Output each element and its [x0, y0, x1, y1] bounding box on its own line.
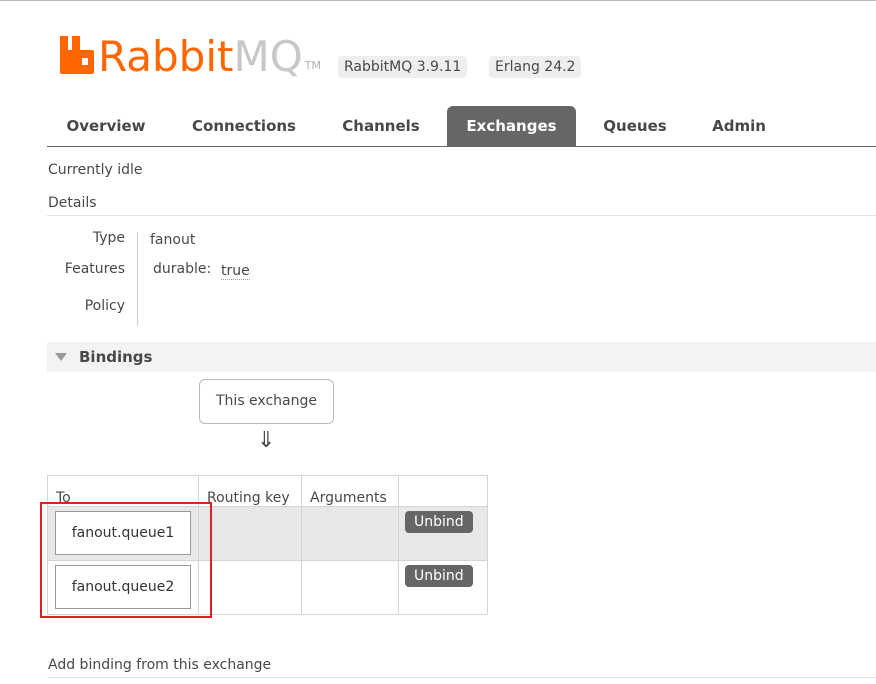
tab-admin[interactable]: Admin	[695, 106, 783, 146]
policy-label: Policy	[84, 298, 125, 314]
unbind-button[interactable]: Unbind	[405, 511, 473, 533]
routing-key-cell	[198, 506, 302, 561]
tab-exchanges[interactable]: Exchanges	[447, 106, 576, 146]
bindings-section-toggle[interactable]: Bindings	[47, 342, 876, 372]
column-header-routing-key: Routing key	[198, 475, 302, 507]
tab-overview[interactable]: Overview	[47, 106, 165, 146]
column-header-arguments: Arguments	[301, 475, 399, 507]
top-border	[0, 0, 876, 1]
details-heading[interactable]: Details	[48, 195, 97, 211]
erlang-version-badge: Erlang 24.2	[489, 56, 582, 78]
rabbitmq-version-badge: RabbitMQ 3.9.11	[338, 56, 468, 78]
details-divider	[47, 215, 876, 216]
status-text: Currently idle	[48, 162, 143, 178]
fields-separator	[137, 232, 138, 326]
tab-channels[interactable]: Channels	[323, 106, 439, 146]
durable-key: durable:	[153, 261, 212, 277]
rabbit-logo-icon	[60, 36, 94, 74]
down-arrow-icon: ⇓	[257, 428, 276, 453]
this-exchange-box: This exchange	[199, 379, 334, 424]
arguments-cell	[301, 506, 399, 561]
red-highlight-box	[40, 502, 212, 618]
trademark-mark: TM	[304, 59, 321, 72]
column-header-actions	[398, 475, 488, 507]
routing-key-cell	[198, 560, 302, 615]
main-nav-tabs: Overview Connections Channels Exchanges …	[47, 106, 876, 147]
collapse-triangle-icon	[55, 353, 67, 361]
bindings-title: Bindings	[79, 348, 153, 366]
logo-wordmark: RabbitMQ	[98, 32, 303, 81]
add-binding-section-toggle[interactable]: Add binding from this exchange	[48, 657, 271, 673]
tab-queues[interactable]: Queues	[585, 106, 685, 146]
tab-connections[interactable]: Connections	[175, 106, 313, 146]
type-label: Type	[92, 230, 125, 246]
rabbitmq-logo[interactable]: RabbitMQ TM	[60, 32, 321, 78]
arguments-cell	[301, 560, 399, 615]
type-value: fanout	[150, 232, 196, 248]
durable-value: true	[221, 263, 250, 280]
add-binding-divider	[47, 677, 876, 678]
features-label: Features	[64, 261, 125, 277]
unbind-button[interactable]: Unbind	[405, 565, 473, 587]
